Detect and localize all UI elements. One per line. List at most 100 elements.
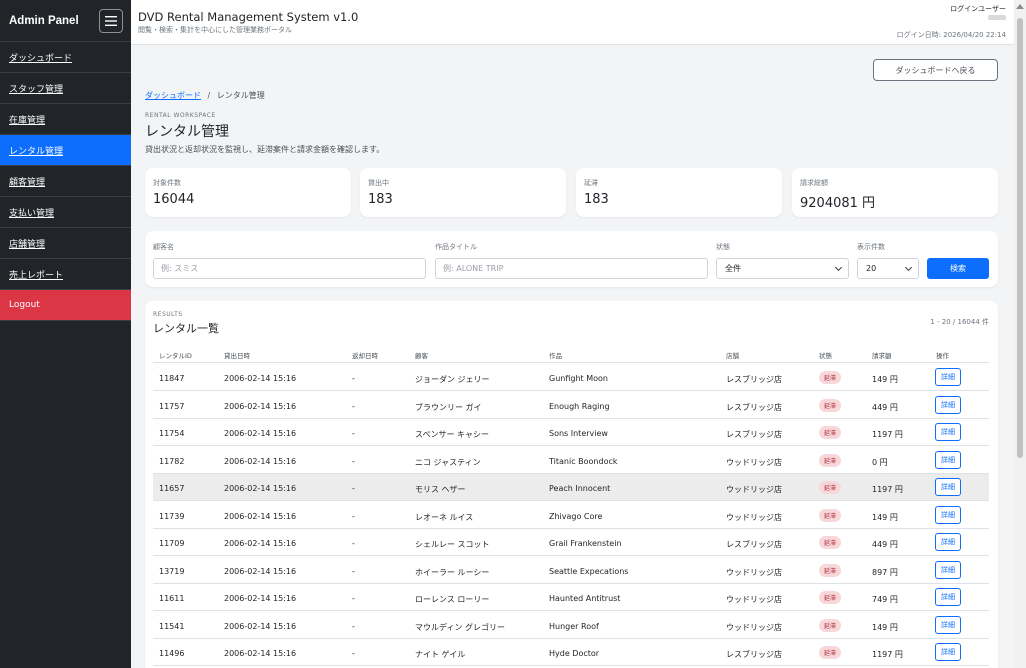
page-description: 貸出状況と返却状況を監視し、延滞案件と請求金額を確認します。 — [145, 145, 385, 154]
sidebar-title: Admin Panel — [9, 14, 79, 27]
column-header-action: 操作 — [936, 352, 949, 360]
breadcrumb: ダッシュボード / レンタル管理 — [145, 90, 265, 101]
detail-button[interactable]: 詳細 — [935, 615, 961, 634]
page-scrollbar[interactable] — [1014, 0, 1026, 668]
cell-returned-at: - — [352, 621, 355, 631]
cell-rented-at: 2006-02-14 15:16 — [224, 566, 297, 576]
cell-returned-at: - — [352, 594, 355, 603]
detail-button[interactable]: 詳細 — [935, 368, 961, 386]
sidebar-item-staff[interactable]: スタッフ管理 — [0, 73, 131, 104]
cell-customer: ブラウンリー ガイ — [415, 402, 482, 412]
film-title-label: 作品タイトル — [435, 243, 477, 251]
page-size-select[interactable]: 20 — [857, 258, 919, 279]
detail-button[interactable]: 詳細 — [935, 643, 961, 661]
stat-card-overdue: 延滞 183 — [576, 168, 782, 217]
logout-button[interactable]: Logout — [0, 290, 131, 321]
cell-film: Haunted Antitrust — [549, 594, 621, 603]
scroll-up-arrow-icon[interactable] — [1016, 4, 1024, 9]
sidebar-item-customer[interactable]: 顧客管理 — [0, 166, 131, 197]
sidebar-item-inventory[interactable]: 在庫管理 — [0, 104, 131, 135]
cell-film: Grail Frankenstein — [549, 539, 622, 548]
page-title: レンタル管理 — [145, 124, 229, 140]
cell-customer: モリス ヘザー — [415, 485, 466, 494]
chevron-down-icon — [834, 263, 843, 272]
table-row: 11496 2006-02-14 15:16 - ナイト ゲイル Hyde Doctor… — [153, 639, 989, 666]
cell-amount: 149 円 — [872, 622, 898, 632]
detail-button[interactable]: 詳細 — [935, 478, 961, 496]
status-badge: 延滞 — [819, 481, 842, 494]
detail-button[interactable]: 詳細 — [935, 423, 961, 441]
cell-rented-at: 2006-02-14 15:16 — [224, 456, 297, 466]
column-header-customer: 顧客 — [415, 352, 428, 360]
table-row: 11709 2006-02-14 15:16 - シェルレー スコット Grail Fr… — [153, 529, 989, 556]
cell-film: Zhivago Core — [549, 511, 603, 521]
app-subtitle: 閲覧・検索・集計を中心にした管理業務ポータル — [138, 26, 292, 34]
detail-button[interactable]: 詳細 — [935, 560, 961, 579]
sidebar-item-rental[interactable]: レンタル管理 — [0, 135, 131, 166]
detail-button[interactable]: 詳細 — [935, 505, 961, 524]
status-badge: 延滞 — [819, 563, 842, 577]
detail-button[interactable]: 詳細 — [935, 588, 961, 606]
sidebar-item-store[interactable]: 店舗管理 — [0, 228, 131, 259]
column-header-returned-at: 返却日時 — [352, 352, 378, 360]
breadcrumb-link-dashboard[interactable]: ダッシュボード — [145, 91, 201, 100]
page-size-select-value: 20 — [866, 264, 877, 273]
cell-amount: 0 円 — [872, 457, 888, 467]
cell-rental-id: 11739 — [159, 511, 185, 521]
customer-name-input[interactable]: 例: スミス — [153, 258, 426, 279]
sidebar-item-payment[interactable]: 支払い管理 — [0, 197, 131, 228]
scrollbar-thumb[interactable] — [1017, 18, 1023, 458]
detail-button[interactable]: 詳細 — [935, 533, 961, 551]
cell-rental-id: 11496 — [159, 649, 185, 658]
cell-film: Seattle Expecations — [549, 566, 629, 576]
login-user-label: ログインユーザー — [950, 5, 1006, 13]
detail-button[interactable]: 詳細 — [935, 450, 961, 469]
cell-rented-at: 2006-02-14 15:16 — [224, 429, 297, 438]
stat-card-rented: 貸出中 183 — [360, 168, 566, 217]
cell-customer: ジョーダン ジェリー — [415, 375, 490, 384]
breadcrumb-current: レンタル管理 — [216, 91, 265, 100]
status-badge: 延滞 — [819, 371, 842, 384]
sidebar-toggle-button[interactable] — [99, 8, 123, 33]
cell-rented-at: 2006-02-14 15:16 — [224, 511, 297, 521]
stat-value: 183 — [368, 192, 393, 207]
search-button[interactable]: 検索 — [927, 258, 989, 279]
table-row: 11611 2006-02-14 15:16 - ローレンス ローリー Haunted … — [153, 584, 989, 611]
detail-button[interactable]: 詳細 — [935, 395, 961, 414]
cell-film: Peach Innocent — [549, 484, 611, 493]
status-badge: 延滞 — [819, 453, 842, 467]
cell-customer: シェルレー スコット — [415, 540, 490, 549]
cell-rented-at: 2006-02-14 15:16 — [224, 539, 297, 548]
status-badge: 延滞 — [819, 646, 842, 659]
cell-returned-at: - — [352, 374, 355, 383]
cell-customer: ローレンス ローリー — [415, 595, 490, 604]
column-header-amount: 請求額 — [872, 352, 892, 360]
column-header-rented-at: 貸出日時 — [224, 352, 250, 360]
stat-value: 183 — [584, 192, 609, 207]
cell-film: Gunfight Moon — [549, 374, 608, 383]
cell-returned-at: - — [352, 429, 355, 438]
cell-amount: 1197 円 — [872, 650, 903, 659]
back-to-dashboard-button[interactable]: ダッシュボードへ戻る — [873, 59, 998, 81]
column-header-status: 状態 — [819, 352, 832, 360]
film-title-input[interactable]: 例: ALONE TRIP — [435, 258, 708, 279]
cell-store: ウッドリッジ店 — [726, 457, 782, 467]
cell-customer: ニコ ジャスティン — [415, 457, 481, 467]
table-row: 11541 2006-02-14 15:16 - マウルディン グレゴリー Hunger… — [153, 612, 989, 639]
cell-store: レスブリッジ店 — [726, 402, 782, 412]
cell-amount: 149 円 — [872, 375, 898, 384]
status-badge: 延滞 — [819, 618, 842, 632]
cell-customer: マウルディン グレゴリー — [415, 622, 505, 632]
sidebar-item-dashboard[interactable]: ダッシュボード — [0, 42, 131, 73]
sidebar-item-sales-report[interactable]: 売上レポート — [0, 259, 131, 290]
results-count: 1 - 20 / 16044 件 — [930, 318, 989, 326]
chevron-down-icon — [904, 263, 913, 272]
app-title: DVD Rental Management System v1.0 — [138, 10, 359, 24]
status-badge: 延滞 — [819, 508, 842, 522]
status-select[interactable]: 全件 — [716, 258, 849, 279]
page-eyebrow: RENTAL WORKSPACE — [145, 112, 216, 119]
table-row: 11739 2006-02-14 15:16 - レオーネ ルイス Zhivago Co… — [153, 502, 989, 529]
table-row: 11782 2006-02-14 15:16 - ニコ ジャスティン Titanic B… — [153, 447, 989, 474]
cell-returned-at: - — [352, 649, 355, 658]
cell-customer: ホイーラー ルーシー — [415, 567, 490, 577]
